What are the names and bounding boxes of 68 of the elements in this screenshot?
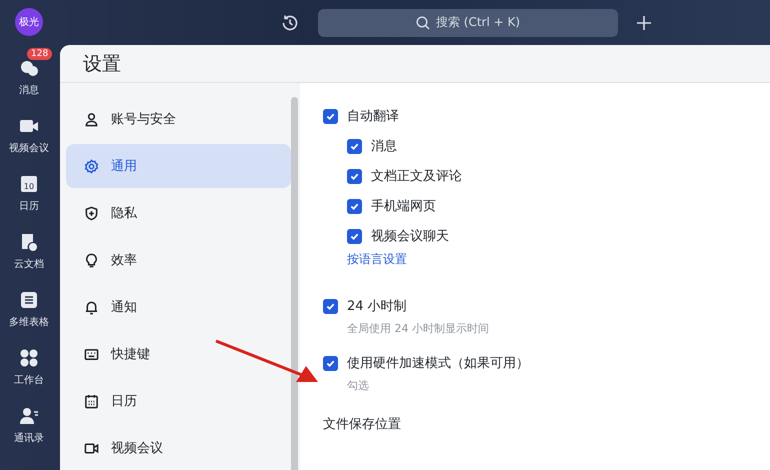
- calendar-icon: [84, 394, 99, 408]
- rail-item[interactable]: 10 日历: [1, 164, 57, 222]
- rail-item[interactable]: 通讯录: [1, 396, 57, 454]
- plus-icon[interactable]: [636, 14, 652, 30]
- avatar[interactable]: 极光: [15, 8, 43, 36]
- nav-item[interactable]: 日历: [66, 379, 291, 423]
- search-field[interactable]: 搜索 (Ctrl + K): [318, 8, 618, 36]
- rail-label: 多维表格: [9, 316, 49, 328]
- checkbox-row[interactable]: 消息: [323, 131, 770, 161]
- rail-label: 云文档: [14, 258, 44, 270]
- rail-label: 通讯录: [14, 432, 44, 444]
- language-settings-link[interactable]: 按语言设置: [323, 251, 770, 269]
- checkbox[interactable]: [323, 298, 338, 314]
- nav-item[interactable]: 效率: [66, 238, 291, 282]
- rail-item[interactable]: 多维表格: [1, 280, 57, 338]
- search-icon: [416, 16, 430, 30]
- checkbox[interactable]: [347, 168, 362, 184]
- contacts-icon: [19, 406, 39, 426]
- checkbox-row[interactable]: 视频会议聊天: [323, 221, 770, 251]
- user-icon: [84, 112, 99, 126]
- rail-label: 视频会议: [9, 142, 49, 154]
- nav-item[interactable]: 快捷键: [66, 332, 291, 376]
- nav-item[interactable]: 账号与安全: [66, 97, 291, 141]
- checkmark-icon: [350, 202, 359, 210]
- apps-grid-icon: [19, 348, 39, 368]
- section-title: 文件保存位置: [323, 416, 402, 433]
- hint-text: 勾选: [346, 378, 370, 393]
- settings-icon: [84, 158, 99, 174]
- checkbox-row[interactable]: 使用硬件加速模式（如果可用）: [323, 348, 770, 378]
- rail-item[interactable]: 云文档: [1, 222, 57, 280]
- hint-text: 全局使用 24 小时制显示时间: [346, 321, 490, 336]
- rail-item[interactable]: 视频会议: [1, 106, 57, 164]
- nav-item[interactable]: 通知: [66, 285, 291, 329]
- checkmark-icon: [326, 112, 335, 120]
- nav-item[interactable]: 隐私: [66, 191, 291, 235]
- rail-label: 工作台: [14, 374, 44, 386]
- checkmark-icon: [350, 172, 359, 180]
- checkmark-icon: [350, 142, 359, 150]
- unread-count: 128: [27, 48, 52, 60]
- video-camera-icon: [84, 440, 99, 456]
- checkbox[interactable]: [347, 138, 362, 154]
- rail-item[interactable]: 128 消息: [1, 48, 57, 106]
- checkbox[interactable]: [323, 108, 338, 124]
- bell-icon: [84, 300, 99, 314]
- checkbox-row[interactable]: 文档正文及评论: [323, 161, 770, 191]
- scrollbar[interactable]: [291, 97, 298, 470]
- checkbox-row[interactable]: 自动翻译: [323, 101, 770, 131]
- rail-item[interactable]: 工作台: [1, 338, 57, 396]
- history-icon[interactable]: [280, 12, 300, 32]
- document-cloud-icon: [19, 232, 39, 252]
- rail-label: 日历: [19, 200, 39, 212]
- checkbox[interactable]: [323, 356, 338, 370]
- keyboard-icon: [84, 346, 99, 362]
- checkmark-icon: [326, 302, 335, 310]
- checkbox-row[interactable]: 24 小时制: [323, 291, 770, 321]
- lightbulb-icon: [84, 252, 99, 268]
- checkmark-icon: [326, 358, 335, 368]
- table-icon: [19, 290, 39, 310]
- checkbox[interactable]: [347, 198, 362, 214]
- checkbox-row[interactable]: 手机端网页: [323, 191, 770, 221]
- nav-item[interactable]: 通用: [66, 144, 291, 188]
- calendar-icon: 10: [19, 174, 39, 194]
- settings-title: 设置: [83, 52, 121, 76]
- rail-label: 消息: [19, 84, 39, 96]
- checkbox[interactable]: [347, 228, 362, 244]
- checkmark-icon: [350, 232, 359, 240]
- nav-item[interactable]: 视频会议: [66, 426, 291, 470]
- shield-icon: [84, 206, 99, 220]
